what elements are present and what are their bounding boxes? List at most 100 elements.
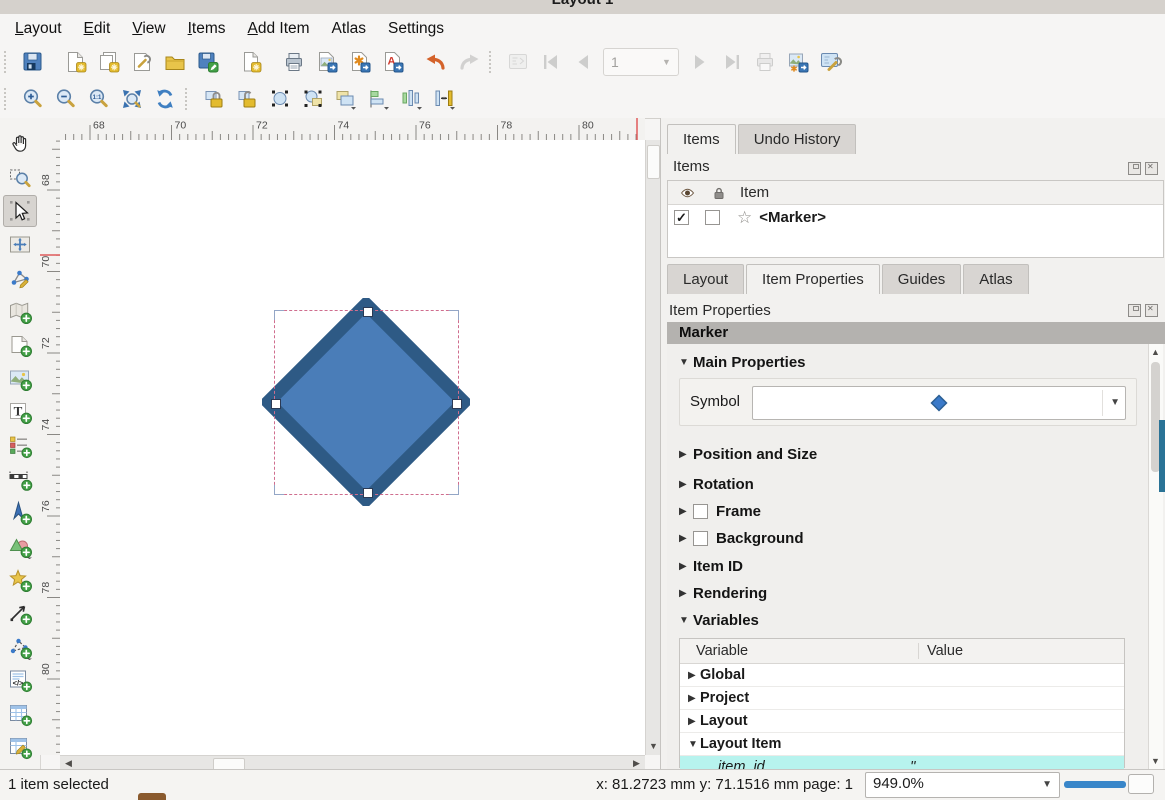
section-rotation[interactable]: ▶ Rotation <box>679 476 754 493</box>
zoom-tool-button[interactable] <box>3 162 37 194</box>
toolbar-drag-handle[interactable] <box>489 51 496 73</box>
tab-guides[interactable]: Guides <box>882 264 962 294</box>
canvas-vertical-scroll-thumb[interactable] <box>647 145 660 179</box>
section-main-properties[interactable]: ▼ Main Properties <box>679 354 806 371</box>
group-items-button[interactable] <box>263 83 296 115</box>
tab-items[interactable]: Items <box>667 124 736 154</box>
variable-row-global[interactable]: ▶ Global <box>680 664 1124 687</box>
raise-items-button[interactable] <box>329 83 362 115</box>
background-checkbox[interactable] <box>693 531 708 546</box>
float-panel-icon[interactable] <box>1128 304 1141 317</box>
tab-layout[interactable]: Layout <box>667 264 744 294</box>
menu-edit[interactable]: Edit <box>73 16 122 42</box>
menu-add-item[interactable]: Add Item <box>237 16 321 42</box>
distribute-items-button[interactable] <box>395 83 428 115</box>
add-map-button[interactable] <box>3 296 37 328</box>
scroll-down-icon[interactable]: ▼ <box>647 740 660 753</box>
zoom-level-combobox[interactable]: 949.0% ▼ <box>865 772 1060 798</box>
redo-button[interactable] <box>452 46 485 78</box>
tab-atlas[interactable]: Atlas <box>963 264 1028 294</box>
pan-tool-button[interactable] <box>3 128 37 160</box>
add-picture-button[interactable] <box>3 363 37 395</box>
undo-button[interactable] <box>419 46 452 78</box>
add-marker-button[interactable] <box>3 564 37 596</box>
frame-checkbox[interactable] <box>693 504 708 519</box>
section-variables[interactable]: ▼ Variables <box>679 612 759 629</box>
add-node-item-button[interactable] <box>3 631 37 663</box>
item-visible-checkbox[interactable]: ✓ <box>674 210 689 225</box>
lock-items-button[interactable] <box>197 83 230 115</box>
refresh-button[interactable] <box>148 83 181 115</box>
print-atlas-button[interactable] <box>748 46 781 78</box>
add-fixed-table-button[interactable] <box>3 731 37 763</box>
atlas-settings-button[interactable] <box>814 46 847 78</box>
add-items-from-template-button[interactable] <box>234 46 267 78</box>
export-image-button[interactable] <box>310 46 343 78</box>
add-html-button[interactable]: </> <box>3 664 37 696</box>
section-item-id[interactable]: ▶ Item ID <box>679 558 743 575</box>
variable-row-project[interactable]: ▶ Project <box>680 687 1124 710</box>
save-button[interactable] <box>16 46 49 78</box>
zoom-actual-button[interactable]: 1:1 <box>82 83 115 115</box>
add-3d-map-button[interactable] <box>3 329 37 361</box>
variable-row-layout[interactable]: ▶ Layout <box>680 710 1124 733</box>
add-scalebar-button[interactable] <box>3 463 37 495</box>
previous-feature-button[interactable] <box>567 46 600 78</box>
print-button[interactable] <box>277 46 310 78</box>
item-lock-checkbox[interactable] <box>705 210 720 225</box>
first-feature-button[interactable] <box>534 46 567 78</box>
preview-atlas-button[interactable] <box>501 46 534 78</box>
menu-items[interactable]: Items <box>177 16 237 42</box>
zoom-out-button[interactable] <box>49 83 82 115</box>
export-pdf-button[interactable]: A <box>376 46 409 78</box>
align-items-button[interactable] <box>362 83 395 115</box>
toolbar-drag-handle[interactable] <box>4 88 11 110</box>
duplicate-layout-button[interactable] <box>92 46 125 78</box>
scroll-down-icon[interactable]: ▼ <box>1149 755 1162 768</box>
resize-handle-right[interactable] <box>452 399 462 409</box>
add-arrow-button[interactable] <box>3 597 37 629</box>
move-item-content-tool-button[interactable] <box>3 229 37 261</box>
add-attribute-table-button[interactable] <box>3 698 37 730</box>
close-panel-icon[interactable]: ✕ <box>1145 162 1158 175</box>
menu-layout[interactable]: Layout <box>4 16 73 42</box>
zoom-full-button[interactable] <box>115 83 148 115</box>
next-feature-button[interactable] <box>682 46 715 78</box>
export-svg-button[interactable] <box>343 46 376 78</box>
edit-nodes-item-tool-button[interactable] <box>3 262 37 294</box>
section-background[interactable]: ▶ Background <box>679 530 804 547</box>
add-north-arrow-button[interactable] <box>3 497 37 529</box>
symbol-dropdown[interactable]: ▼ <box>752 386 1126 420</box>
item-row-marker[interactable]: ✓ ☆ <Marker> <box>668 205 1163 230</box>
menu-settings[interactable]: Settings <box>377 16 455 42</box>
resize-handle-bottom[interactable] <box>363 488 373 498</box>
resize-handle-left[interactable] <box>271 399 281 409</box>
toolbar-drag-handle[interactable] <box>185 88 192 110</box>
resize-items-button[interactable] <box>428 83 461 115</box>
new-layout-button[interactable] <box>59 46 92 78</box>
add-legend-button[interactable] <box>3 430 37 462</box>
properties-scrollbar[interactable]: ▲ ▼ <box>1148 344 1163 770</box>
zoom-in-button[interactable] <box>16 83 49 115</box>
zoom-slider-track[interactable] <box>1064 781 1126 788</box>
tab-item-properties[interactable]: Item Properties <box>746 264 880 294</box>
select-move-item-tool-button[interactable] <box>3 195 37 227</box>
variable-row-layout-item[interactable]: ▼ Layout Item <box>680 733 1124 756</box>
add-label-button[interactable]: T <box>3 396 37 428</box>
export-atlas-button[interactable] <box>781 46 814 78</box>
toolbar-drag-handle[interactable] <box>4 51 11 73</box>
canvas-vertical-scrollbar[interactable]: ▲ ▼ <box>645 140 661 755</box>
atlas-page-combobox[interactable]: 1 ▼ <box>603 48 679 76</box>
unlock-all-button[interactable] <box>230 83 263 115</box>
add-shape-button[interactable] <box>3 530 37 562</box>
close-panel-icon[interactable]: ✕ <box>1145 304 1158 317</box>
float-panel-icon[interactable] <box>1128 162 1141 175</box>
scroll-up-icon[interactable]: ▲ <box>1149 346 1162 359</box>
tab-undo-history[interactable]: Undo History <box>738 124 857 154</box>
zoom-slider-handle[interactable] <box>1128 774 1154 794</box>
section-position-and-size[interactable]: ▶ Position and Size <box>679 446 817 463</box>
layout-manager-button[interactable] <box>125 46 158 78</box>
section-frame[interactable]: ▶ Frame <box>679 503 761 520</box>
last-feature-button[interactable] <box>715 46 748 78</box>
resize-handle-top[interactable] <box>363 307 373 317</box>
